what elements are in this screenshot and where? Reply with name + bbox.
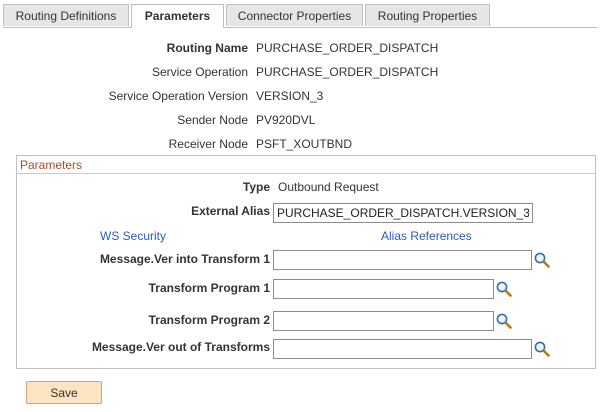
routing-name-value: PURCHASE_ORDER_DISPATCH	[256, 41, 439, 55]
magnifier-icon[interactable]	[495, 280, 513, 298]
sender-node-value: PV920DVL	[256, 113, 316, 127]
transform-program-2-field[interactable]	[273, 311, 494, 331]
transform-program-2-label: Transform Program 2	[148, 313, 270, 327]
receiver-node-label: Receiver Node	[168, 137, 248, 151]
parameters-section-title: Parameters	[20, 158, 83, 172]
service-operation-version-value: VERSION_3	[256, 89, 324, 103]
magnifier-icon[interactable]	[533, 340, 551, 358]
msg-ver-out-field[interactable]	[273, 339, 532, 359]
save-button[interactable]: Save	[26, 381, 102, 404]
tab-connector-properties[interactable]: Connector Properties	[226, 4, 363, 26]
transform-program-1-field[interactable]	[273, 279, 494, 299]
service-operation-value: PURCHASE_ORDER_DISPATCH	[256, 65, 439, 79]
external-alias-label: External Alias	[191, 204, 270, 218]
magnifier-icon[interactable]	[495, 312, 513, 330]
routing-name-label: Routing Name	[166, 41, 248, 55]
sender-node-label: Sender Node	[177, 113, 248, 127]
magnifier-icon[interactable]	[533, 251, 551, 269]
type-label: Type	[242, 180, 270, 194]
msg-ver-into-transform-field[interactable]	[273, 250, 532, 270]
tab-routing-properties[interactable]: Routing Properties	[365, 4, 490, 26]
tab-routing-definitions[interactable]: Routing Definitions	[3, 4, 129, 26]
transform-program-1-label: Transform Program 1	[148, 281, 270, 295]
msg-ver-out-label: Message.Ver out of Transforms	[91, 340, 270, 354]
tab-parameters[interactable]: Parameters	[131, 4, 224, 28]
receiver-node-value: PSFT_XOUTBND	[256, 137, 353, 151]
service-operation-label: Service Operation	[151, 65, 248, 79]
service-operation-version-label: Service Operation Version	[108, 89, 248, 103]
msg-ver-into-transform-label: Message.Ver into Transform 1	[99, 252, 270, 266]
section-divider	[17, 173, 595, 174]
ws-security-link[interactable]: WS Security	[100, 228, 166, 244]
tab-divider	[3, 27, 598, 28]
external-alias-field[interactable]	[273, 203, 533, 223]
type-value: Outbound Request	[278, 180, 379, 194]
alias-references-link[interactable]: Alias References	[381, 228, 472, 244]
